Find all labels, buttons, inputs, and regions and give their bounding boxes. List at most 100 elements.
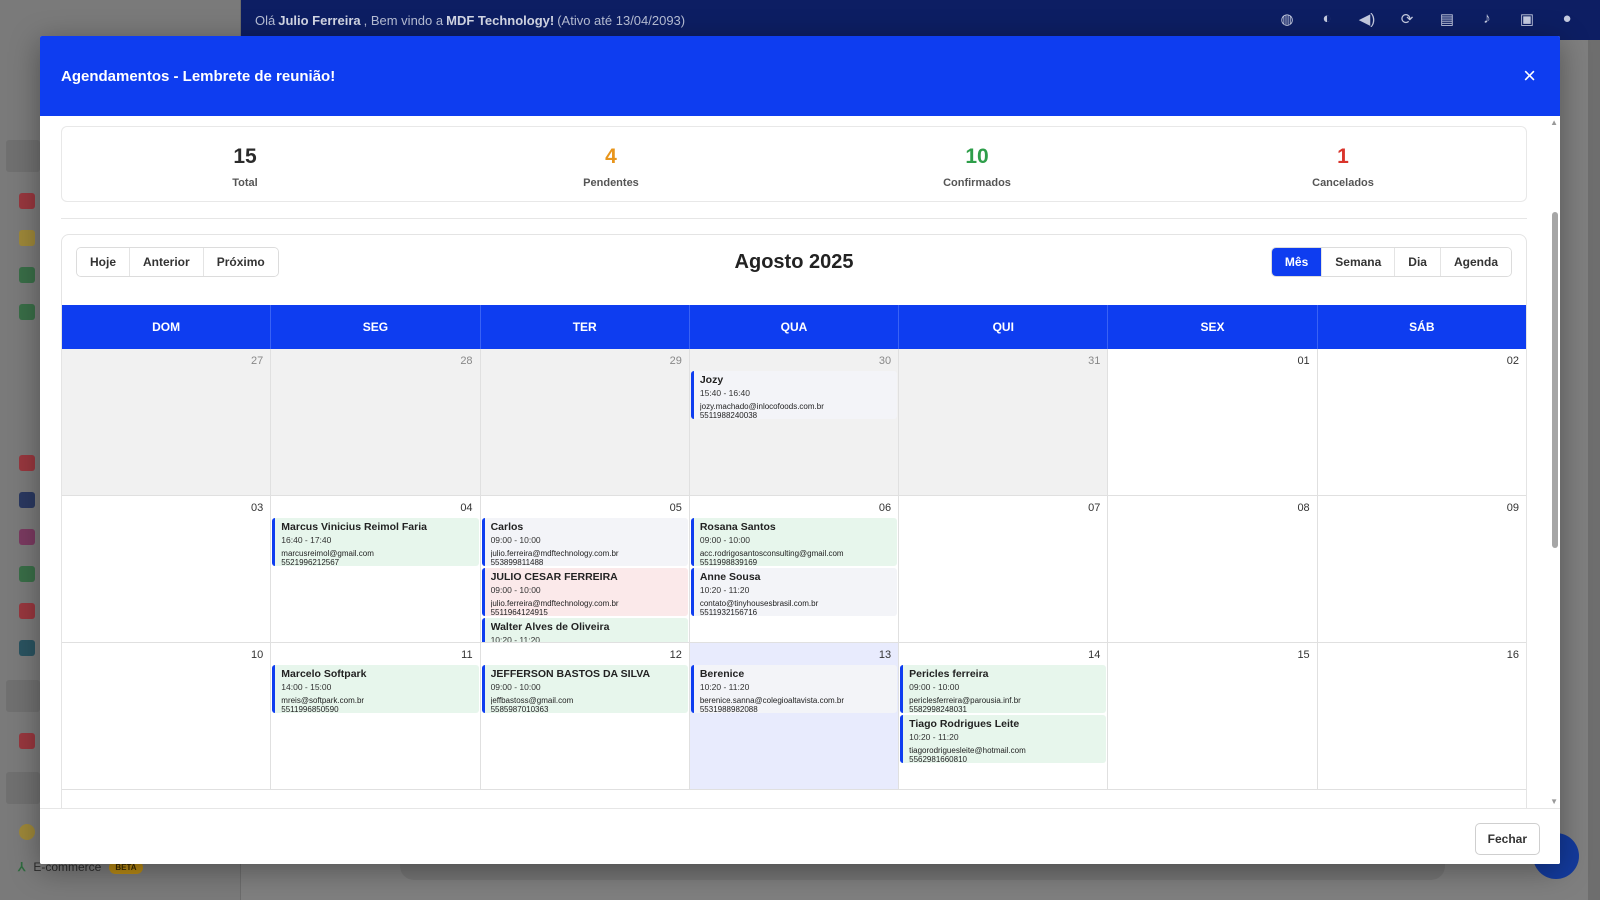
- search-icon: [19, 824, 35, 840]
- day-cell[interactable]: 01: [1108, 349, 1318, 495]
- ecommerce-icon: ⅄: [18, 860, 26, 874]
- day-cell[interactable]: 15: [1108, 643, 1318, 789]
- day-cell[interactable]: 14 Pericles ferreira 09:00 - 10:00 pericles…: [899, 643, 1109, 789]
- day-number[interactable]: 13: [879, 649, 891, 661]
- events-list: Marcelo Softpark 14:00 - 15:00 mreis@softp…: [272, 665, 479, 715]
- day-number[interactable]: 04: [460, 502, 472, 514]
- week-view-button[interactable]: Semana: [1322, 248, 1396, 276]
- day-number[interactable]: 14: [1088, 649, 1100, 661]
- event-email: marcusreimol@gmail.com: [281, 549, 374, 558]
- calendar-event[interactable]: JULIO CESAR FERREIRA 09:00 - 10:00 julio.f…: [481, 568, 688, 616]
- month-view-button[interactable]: Mês: [1271, 248, 1323, 276]
- day-number[interactable]: 01: [1297, 355, 1309, 367]
- stat-total: 15 Total: [62, 127, 428, 201]
- clock-icon: [19, 529, 35, 545]
- event-time: 09:00 - 10:00: [490, 535, 541, 545]
- events-list: JEFFERSON BASTOS DA SILVA 09:00 - 10:00 je…: [481, 665, 688, 715]
- day-number[interactable]: 31: [1088, 355, 1100, 367]
- calendar-event[interactable]: Tiago Rodrigues Leite 10:20 - 11:20 tiagor…: [900, 715, 1107, 763]
- day-cell-today[interactable]: 13 Berenice 10:20 - 11:20 berenice.sanna@co…: [689, 643, 900, 789]
- event-phone: 5511964124915: [490, 608, 548, 616]
- day-number[interactable]: 16: [1507, 649, 1519, 661]
- events-list: Rosana Santos 09:00 - 10:00 acc.rodrigosan…: [690, 518, 898, 618]
- day-number[interactable]: 27: [251, 355, 263, 367]
- day-number[interactable]: 12: [670, 649, 682, 661]
- day-cell[interactable]: 06 Rosana Santos 09:00 - 10:00 acc.rodrigos…: [689, 496, 900, 642]
- day-number[interactable]: 15: [1297, 649, 1309, 661]
- calendar-event[interactable]: Anne Sousa 10:20 - 11:20 contato@tinyhouse…: [690, 568, 898, 616]
- calendar-event[interactable]: Walter Alves de Oliveira 10:20 - 11:20: [481, 618, 688, 642]
- modal-body: 15 Total 4 Pendentes 10 Confirmados 1 Ca…: [40, 116, 1560, 808]
- day-view-button[interactable]: Dia: [1395, 248, 1441, 276]
- day-cell[interactable]: 10: [62, 643, 272, 789]
- day-number[interactable]: 08: [1297, 502, 1309, 514]
- close-icon[interactable]: ×: [1523, 65, 1536, 87]
- event-phone: 553899811488: [490, 558, 544, 566]
- day-cell[interactable]: 16: [1317, 643, 1526, 789]
- dashboard-icon: [19, 733, 35, 749]
- scroll-thumb[interactable]: [1552, 212, 1558, 548]
- stat-value: 1: [1337, 145, 1349, 168]
- day-number[interactable]: 02: [1507, 355, 1519, 367]
- day-number[interactable]: 29: [670, 355, 682, 367]
- agenda-view-button[interactable]: Agenda: [1440, 248, 1511, 276]
- event-time: 10:20 - 11:20: [699, 585, 750, 595]
- day-cell[interactable]: 07: [899, 496, 1109, 642]
- message-icon: ▤: [1439, 11, 1455, 28]
- volume-icon: ◀): [1358, 11, 1376, 28]
- chat-icon: ▣: [1519, 11, 1535, 28]
- day-number[interactable]: 10: [251, 649, 263, 661]
- day-cell[interactable]: 30 Jozy 15:40 - 16:40 jozy.machado@inlocofo…: [689, 349, 900, 495]
- day-number[interactable]: 28: [460, 355, 472, 367]
- events-list: Berenice 10:20 - 11:20 berenice.sanna@cole…: [690, 665, 898, 715]
- event-time: 09:00 - 10:00: [490, 682, 541, 692]
- day-cell[interactable]: 02: [1317, 349, 1526, 495]
- calendar-event[interactable]: Rosana Santos 09:00 - 10:00 acc.rodrigosan…: [690, 518, 898, 566]
- weekday-header: DOM SEG TER QUA QUI SEX SÁB: [62, 305, 1526, 349]
- day-cell[interactable]: 12 JEFFERSON BASTOS DA SILVA 09:00 - 10:00…: [480, 643, 690, 789]
- day-number[interactable]: 11: [461, 649, 472, 661]
- calendar-event[interactable]: Marcus Vinicius Reimol Faria 16:40 - 17:4…: [272, 518, 479, 566]
- scroll-down-arrow-icon[interactable]: ▼: [1550, 797, 1558, 806]
- day-number[interactable]: 30: [879, 355, 891, 367]
- day-cell[interactable]: 28: [271, 349, 481, 495]
- day-cell[interactable]: 31: [899, 349, 1109, 495]
- day-number[interactable]: 07: [1088, 502, 1100, 514]
- weekday-label: QUA: [690, 305, 900, 349]
- calendar-event[interactable]: Berenice 10:20 - 11:20 berenice.sanna@cole…: [690, 665, 898, 713]
- calendar-event[interactable]: Jozy 15:40 - 16:40 jozy.machado@inlocofood…: [690, 371, 898, 419]
- stat-confirmed: 10 Confirmados: [794, 127, 1160, 201]
- greeting-prefix: Olá: [255, 12, 276, 28]
- event-phone: 5511932156716: [699, 608, 758, 616]
- calendar-event[interactable]: Carlos 09:00 - 10:00 julio.ferreira@mdftec…: [481, 518, 688, 566]
- calendar-event[interactable]: Pericles ferreira 09:00 - 10:00 periclesfe…: [900, 665, 1107, 713]
- day-cell[interactable]: 27: [62, 349, 272, 495]
- event-phone: 5511988240038: [699, 411, 758, 419]
- day-cell[interactable]: 11 Marcelo Softpark 14:00 - 15:00 mreis@sof…: [271, 643, 481, 789]
- event-name: Marcus Vinicius Reimol Faria: [281, 521, 427, 533]
- day-cell[interactable]: 03: [62, 496, 272, 642]
- day-number[interactable]: 06: [879, 502, 891, 514]
- day-cell[interactable]: 08: [1108, 496, 1318, 642]
- company-name: MDF Technology!: [446, 12, 555, 28]
- calendar-event[interactable]: Marcelo Softpark 14:00 - 15:00 mreis@softp…: [272, 665, 479, 713]
- day-cell[interactable]: 04 Marcus Vinicius Reimol Faria 16:40 - 17…: [271, 496, 481, 642]
- events-list: Marcus Vinicius Reimol Faria 16:40 - 17:4…: [272, 518, 479, 568]
- weekday-label: TER: [481, 305, 690, 349]
- event-name: Berenice: [699, 668, 745, 680]
- stat-label: Total: [232, 177, 258, 189]
- day-number[interactable]: 05: [670, 502, 682, 514]
- calendar-event[interactable]: JEFFERSON BASTOS DA SILVA 09:00 - 10:00 je…: [481, 665, 688, 713]
- comment-icon: [19, 603, 35, 619]
- day-cell[interactable]: 29: [480, 349, 690, 495]
- day-number[interactable]: 03: [251, 502, 263, 514]
- day-cell[interactable]: 09: [1317, 496, 1526, 642]
- modal-scrollbar[interactable]: ▲ ▼: [1550, 116, 1560, 808]
- scroll-up-arrow-icon[interactable]: ▲: [1550, 118, 1558, 127]
- contacts-icon: [19, 492, 35, 508]
- close-button[interactable]: Fechar: [1474, 823, 1540, 855]
- day-number[interactable]: 09: [1507, 502, 1519, 514]
- bolt-icon: [19, 230, 35, 246]
- event-time: 16:40 - 17:40: [281, 535, 332, 545]
- day-cell[interactable]: 05 Carlos 09:00 - 10:00 julio.ferreira@mdft…: [480, 496, 690, 642]
